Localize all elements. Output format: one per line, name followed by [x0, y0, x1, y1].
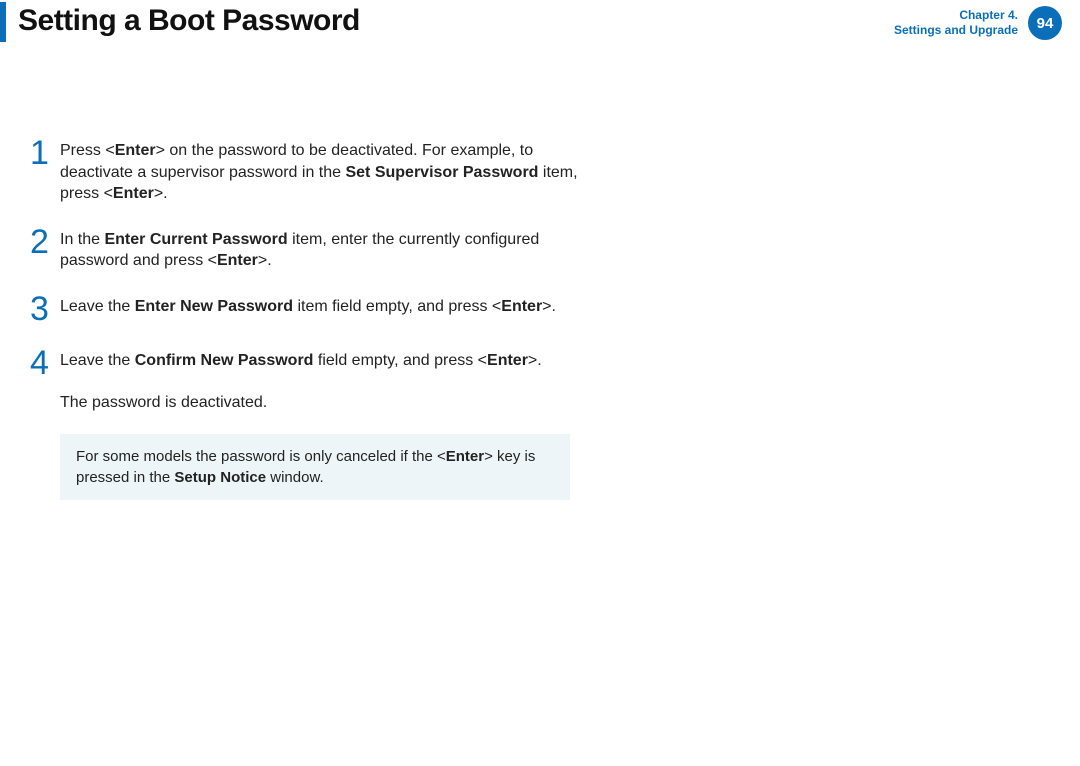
result-text: The password is deactivated. — [60, 392, 580, 414]
step-body: Leave the Enter New Password item ﬁeld e… — [60, 296, 580, 318]
step-4: 4 Leave the Conﬁrm New Password ﬁeld emp… — [30, 350, 580, 380]
note-box: For some models the password is only can… — [60, 434, 570, 500]
page-header: Setting a Boot Password Chapter 4. Setti… — [0, 0, 1080, 50]
chapter-line-1: Chapter 4. — [894, 8, 1018, 23]
step-number: 4 — [30, 346, 60, 380]
step-1: 1 Press <Enter> on the password to be de… — [30, 140, 580, 205]
step-number: 2 — [30, 225, 60, 259]
step-body: Leave the Conﬁrm New Password ﬁeld empty… — [60, 350, 580, 372]
step-body: Press <Enter> on the password to be deac… — [60, 140, 580, 205]
chapter-text: Chapter 4. Settings and Upgrade — [894, 8, 1018, 38]
step-2: 2 In the Enter Current Password item, en… — [30, 229, 580, 272]
step-number: 3 — [30, 292, 60, 326]
step-number: 1 — [30, 136, 60, 170]
content-column: 1 Press <Enter> on the password to be de… — [0, 140, 580, 500]
step-3: 3 Leave the Enter New Password item ﬁeld… — [30, 296, 580, 326]
chapter-line-2: Settings and Upgrade — [894, 23, 1018, 38]
step-body: In the Enter Current Password item, ente… — [60, 229, 580, 272]
chapter-block: Chapter 4. Settings and Upgrade 94 — [894, 6, 1062, 40]
page-number-badge: 94 — [1028, 6, 1062, 40]
title-accent-bar — [0, 2, 6, 42]
